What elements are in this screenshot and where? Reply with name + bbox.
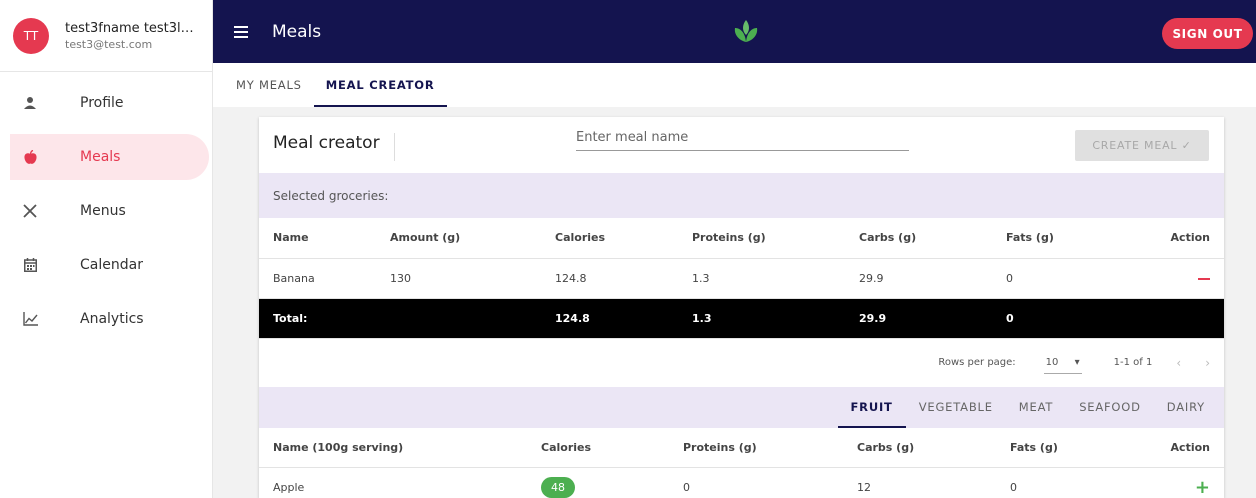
cell-proteins: 0	[669, 467, 843, 498]
cell-calories: 124.8	[541, 258, 678, 299]
tab-fruit[interactable]: FRUIT	[837, 387, 906, 428]
sidebar-item-label: Menus	[80, 203, 126, 219]
sidebar-item-label: Meals	[80, 149, 121, 165]
page-title: Meals	[272, 21, 322, 42]
menu-icon[interactable]	[234, 25, 248, 38]
column-header: Name (100g serving)	[259, 427, 527, 468]
cell-calories: 48	[527, 467, 669, 498]
cell-carbs: 29.9	[845, 258, 992, 299]
column-header: Carbs (g)	[843, 427, 996, 468]
sidebar-item-meals[interactable]: Meals	[10, 134, 209, 180]
tab-seafood[interactable]: SEAFOOD	[1066, 387, 1154, 428]
column-header: Fats (g)	[996, 427, 1117, 468]
table-header-row: Name Amount (g) Calories Proteins (g) Ca…	[259, 218, 1224, 259]
tab-my-meals[interactable]: MY MEALS	[213, 63, 314, 107]
sidebar-item-profile[interactable]: Profile	[10, 80, 209, 126]
total-carbs: 29.9	[845, 298, 992, 339]
total-proteins: 1.3	[678, 298, 845, 339]
apple-icon	[22, 149, 38, 165]
table-row: Banana 130 124.8 1.3 29.9 0	[259, 258, 1224, 299]
cell-amount: 130	[376, 258, 541, 299]
column-header: Calories	[541, 218, 678, 259]
caret-down-icon: ▾	[1074, 356, 1080, 368]
table-header-row: Name (100g serving) Calories Proteins (g…	[259, 427, 1224, 468]
cutlery-icon	[22, 203, 38, 219]
column-header: Proteins (g)	[678, 218, 845, 259]
meal-creator-card: Meal creator CREATE MEAL ✓ Selected groc…	[259, 117, 1224, 498]
groceries-table: Name (100g serving) Calories Proteins (g…	[259, 427, 1224, 498]
total-label: Total:	[259, 298, 376, 339]
sidebar-item-analytics[interactable]: Analytics	[10, 296, 209, 342]
cell-proteins: 1.3	[678, 258, 845, 299]
selected-groceries-table: Name Amount (g) Calories Proteins (g) Ca…	[259, 218, 1224, 339]
person-icon	[22, 95, 38, 111]
leaf-logo-icon	[733, 20, 759, 46]
total-fats: 0	[992, 298, 1115, 339]
calendar-icon	[22, 257, 38, 273]
sidebar-item-menus[interactable]: Menus	[10, 188, 209, 234]
column-header: Calories	[527, 427, 669, 468]
column-header: Name	[259, 218, 376, 259]
total-action	[1114, 298, 1224, 339]
selected-groceries-label: Selected groceries:	[259, 173, 1224, 218]
table-row: Apple 48 0 12 0 +	[259, 467, 1224, 498]
user-name: test3fname test3lname	[65, 20, 200, 36]
column-header: Proteins (g)	[669, 427, 843, 468]
column-header: Action	[1114, 218, 1224, 259]
total-calories: 124.8	[541, 298, 678, 339]
avatar[interactable]: TT	[13, 17, 49, 54]
user-email: test3@test.com	[65, 37, 153, 51]
add-icon[interactable]: +	[1195, 477, 1210, 498]
rows-per-page-label: Rows per page:	[938, 357, 1016, 368]
cell-name: Banana	[259, 258, 376, 299]
category-tabs: FRUIT VEGETABLE MEAT SEAFOOD DAIRY	[259, 386, 1224, 428]
prev-page-icon[interactable]: ‹	[1176, 356, 1181, 370]
cell-fats: 0	[996, 467, 1117, 498]
column-header: Amount (g)	[376, 218, 541, 259]
cell-carbs: 12	[843, 467, 996, 498]
column-header: Carbs (g)	[845, 218, 992, 259]
create-meal-button[interactable]: CREATE MEAL ✓	[1075, 130, 1209, 161]
sidebar-item-label: Calendar	[80, 257, 143, 273]
meals-tabs: MY MEALS MEAL CREATOR	[213, 63, 1256, 107]
total-row: Total: 124.8 1.3 29.9 0	[259, 298, 1224, 339]
column-header: Fats (g)	[992, 218, 1115, 259]
meal-name-input[interactable]	[576, 125, 909, 151]
tab-meat[interactable]: MEAT	[1006, 387, 1066, 428]
remove-icon[interactable]	[1198, 277, 1210, 280]
sidebar-item-label: Analytics	[80, 311, 144, 327]
remove-cell	[1114, 258, 1224, 299]
sidebar-nav: Profile Meals Menus Calendar Analytics	[0, 80, 212, 342]
sidebar: TT test3fname test3lname test3@test.com …	[0, 0, 213, 498]
cell-name: Apple	[259, 467, 527, 498]
cell-fats: 0	[992, 258, 1115, 299]
page-range: 1-1 of 1	[1113, 357, 1153, 368]
add-cell: +	[1116, 467, 1224, 498]
analytics-icon	[22, 311, 38, 327]
rows-per-page-select[interactable]: 10 ▾	[1043, 352, 1082, 374]
card-title: Meal creator	[273, 133, 395, 161]
sidebar-item-label: Profile	[80, 95, 124, 111]
tab-meal-creator[interactable]: MEAL CREATOR	[313, 63, 447, 107]
calories-badge: 48	[541, 477, 575, 498]
sidebar-item-calendar[interactable]: Calendar	[10, 242, 209, 288]
sign-out-button[interactable]: SIGN OUT	[1162, 18, 1253, 49]
card-header: Meal creator CREATE MEAL ✓	[259, 117, 1224, 173]
tab-vegetable[interactable]: VEGETABLE	[906, 387, 1006, 428]
total-amount	[376, 298, 541, 339]
column-header: Action	[1116, 427, 1224, 468]
app-header: Meals SIGN OUT	[213, 0, 1256, 63]
tab-dairy[interactable]: DAIRY	[1154, 387, 1218, 428]
next-page-icon[interactable]: ›	[1205, 356, 1210, 370]
table-pagination: Rows per page: 10 ▾ 1-1 of 1 ‹ ›	[259, 339, 1224, 387]
rows-per-page-value: 10	[1045, 356, 1059, 368]
user-info: TT test3fname test3lname test3@test.com	[0, 0, 212, 72]
